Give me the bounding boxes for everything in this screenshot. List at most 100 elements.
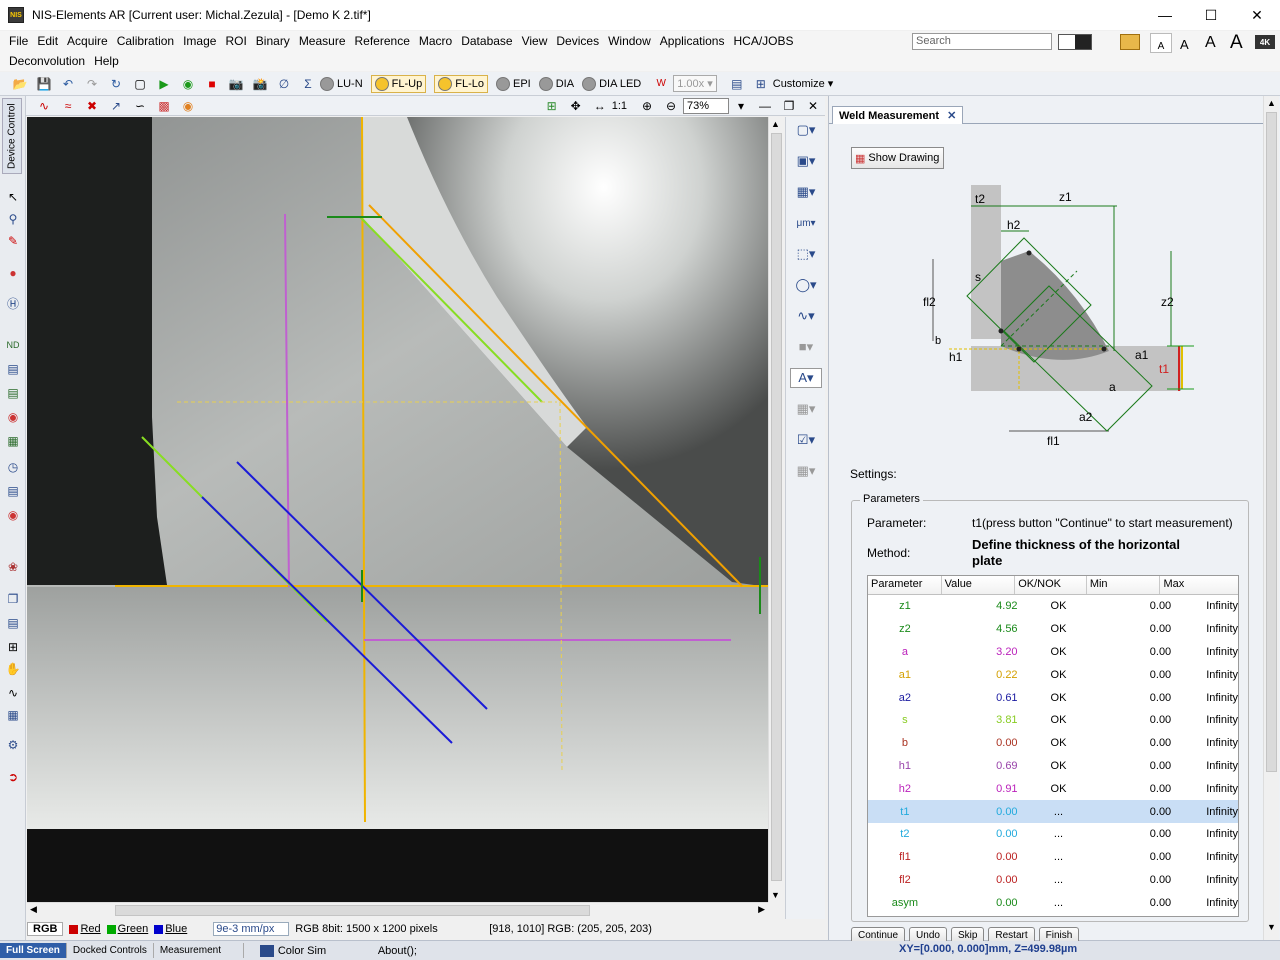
table-row[interactable]: h2 0.91 OK 0.00 Infinity — [868, 777, 1238, 800]
col-status[interactable]: OK/NOK — [1015, 576, 1087, 594]
doc-close-icon[interactable]: ✕ — [804, 97, 822, 115]
stop-square-icon[interactable]: ▢ — [131, 75, 149, 93]
folder-icon[interactable] — [1120, 34, 1140, 50]
layout-icon[interactable]: ▤ — [728, 75, 746, 93]
curve-tool-icon[interactable]: ∽ — [131, 97, 149, 115]
capture-icon[interactable]: 📸 — [251, 75, 269, 93]
zoom-tool-icon[interactable]: ⚲ — [4, 210, 22, 228]
parameters-table[interactable]: Parameter Value OK/NOK Min Max z1 4.92 OK 0… — [867, 575, 1239, 917]
ta-tool-icon[interactable]: ▤ — [4, 360, 22, 378]
dia-button[interactable]: DIA — [538, 76, 574, 91]
select-tool-icon[interactable]: ↖ — [4, 188, 22, 206]
frame-tool-icon[interactable]: ▢▾ — [790, 120, 822, 140]
table-row[interactable]: a 3.20 OK 0.00 Infinity — [868, 641, 1238, 664]
table-row[interactable]: a2 0.61 OK 0.00 Infinity — [868, 686, 1238, 709]
menu-macro[interactable]: Macro — [419, 34, 452, 48]
scroll-down-icon[interactable]: ▼ — [771, 890, 780, 900]
curve-icon[interactable]: ∿ — [35, 97, 53, 115]
table-row[interactable]: b 0.00 OK 0.00 Infinity — [868, 732, 1238, 755]
camera-icon[interactable]: 📷 — [227, 75, 245, 93]
maximize-button[interactable]: ☐ — [1188, 0, 1234, 30]
export-icon[interactable]: ▦▾ — [790, 461, 822, 481]
ra-tool-icon[interactable]: ◉ — [4, 408, 22, 426]
exit-tool-icon[interactable]: ➲ — [4, 768, 22, 786]
table-row[interactable]: h1 0.69 OK 0.00 Infinity — [868, 755, 1238, 778]
profile-icon[interactable]: ∿▾ — [790, 306, 822, 326]
microscope-image-view[interactable] — [27, 117, 768, 902]
fit-width-icon[interactable]: ↔ — [591, 97, 609, 115]
ga-tool-icon[interactable]: ▤ — [4, 384, 22, 402]
objects-tool-icon[interactable]: ● — [4, 264, 22, 282]
customize-menu[interactable]: Customize ▾ — [773, 77, 834, 91]
scroll-right-icon[interactable]: ▶ — [758, 904, 765, 915]
table-row[interactable]: s 3.81 OK 0.00 Infinity — [868, 709, 1238, 732]
panel-scroll-thumb[interactable] — [1266, 112, 1277, 772]
restart-button[interactable]: Restart — [988, 927, 1035, 941]
sum-icon[interactable]: Σ — [299, 75, 317, 93]
4k-button[interactable]: 4K — [1255, 35, 1275, 49]
grid-tool-icon[interactable]: ▦ — [4, 432, 22, 450]
menu-database[interactable]: Database — [461, 34, 512, 48]
record-stop-icon[interactable]: ■ — [203, 75, 221, 93]
image-vertical-scrollbar[interactable]: ▲ ▼ — [768, 117, 784, 902]
menu-view[interactable]: View — [522, 34, 548, 48]
font-size-xlarge-button[interactable]: A — [1230, 32, 1243, 54]
scroll-left-icon[interactable]: ◀ — [30, 904, 37, 915]
zoom-select[interactable]: 73% — [683, 97, 729, 114]
table-row[interactable]: z2 4.56 OK 0.00 Infinity — [868, 618, 1238, 641]
lut-icon[interactable]: ▩ — [155, 97, 173, 115]
doc-restore-icon[interactable]: ❐ — [780, 97, 798, 115]
menu-image[interactable]: Image — [183, 34, 216, 48]
hand-tool-icon[interactable]: ✋ — [4, 660, 22, 678]
font-size-large-button[interactable]: A — [1205, 34, 1216, 52]
table-row[interactable]: t2 0.00... 0.00 Infinity — [868, 823, 1238, 846]
menu-devices[interactable]: Devices — [556, 34, 599, 48]
table-row[interactable]: z1 4.92 OK 0.00 Infinity — [868, 595, 1238, 618]
channel-rgb-tab[interactable]: RGB — [27, 922, 64, 936]
theme-toggle-icon[interactable] — [1058, 34, 1092, 50]
annotate-tool-icon[interactable]: ✎ — [4, 232, 22, 250]
crop-tool-icon[interactable]: ⊞ — [4, 638, 22, 656]
continue-button[interactable]: Continue — [851, 927, 906, 941]
font-size-medium-button[interactable]: A — [1180, 37, 1189, 52]
image-horizontal-scrollbar[interactable]: ◀ ▶ — [27, 902, 768, 918]
fl-up-button[interactable]: FL-Up — [370, 74, 427, 93]
check-list-icon[interactable]: ☑▾ — [790, 430, 822, 450]
butterfly-tool-icon[interactable]: ❀ — [4, 558, 22, 576]
table-row[interactable]: fl2 0.00... 0.00 Infinity — [868, 869, 1238, 892]
stack-tool-icon[interactable]: ▤ — [4, 482, 22, 500]
text-annotation-icon[interactable]: A▾ — [790, 368, 822, 388]
menu-hca-jobs[interactable]: HCA/JOBS — [733, 34, 793, 48]
redo-icon[interactable]: ↷ — [83, 75, 101, 93]
palette-icon[interactable]: ◉ — [179, 97, 197, 115]
close-button[interactable]: ✕ — [1234, 0, 1280, 30]
col-max[interactable]: Max — [1160, 576, 1238, 594]
table-row[interactable]: asym 0.00... 0.00 Infinity — [868, 891, 1238, 914]
flow-tool-icon[interactable]: ∿ — [4, 684, 22, 702]
epi-button[interactable]: EPI — [495, 76, 531, 91]
live-icon[interactable]: ◉ — [179, 75, 197, 93]
tab-weld-measurement[interactable]: Weld Measurement ✕ — [832, 106, 964, 124]
minimize-button[interactable]: — — [1142, 0, 1188, 30]
table-row[interactable]: fl1 0.00... 0.00 Infinity — [868, 846, 1238, 869]
menu-window[interactable]: Window — [608, 34, 651, 48]
diameter-icon[interactable]: ∅ — [275, 75, 293, 93]
menu-edit[interactable]: Edit — [37, 34, 58, 48]
scroll-up-icon[interactable]: ▲ — [771, 119, 780, 129]
menu-reference[interactable]: Reference — [355, 34, 410, 48]
menu-file[interactable]: File — [9, 34, 28, 48]
vertical-scroll-thumb[interactable] — [771, 133, 782, 881]
channel-blue-tab[interactable]: Blue — [154, 923, 187, 935]
finish-button[interactable]: Finish — [1038, 927, 1080, 941]
delete-icon[interactable]: ✖ — [83, 97, 101, 115]
grid-overlay-icon[interactable]: ▦▾ — [790, 182, 822, 202]
search-input[interactable]: Search — [912, 33, 1052, 50]
dia-led-button[interactable]: DIA LED — [582, 76, 641, 91]
col-parameter[interactable]: Parameter — [868, 576, 942, 594]
add-layer-icon[interactable]: ⊞ — [543, 97, 561, 115]
skip-button[interactable]: Skip — [950, 927, 985, 941]
lu-n-button[interactable]: LU-N — [320, 76, 363, 91]
weld-image[interactable] — [27, 117, 768, 902]
device-control-tab[interactable]: Device Control — [2, 98, 22, 174]
tab-measurement[interactable]: Measurement — [154, 943, 244, 958]
